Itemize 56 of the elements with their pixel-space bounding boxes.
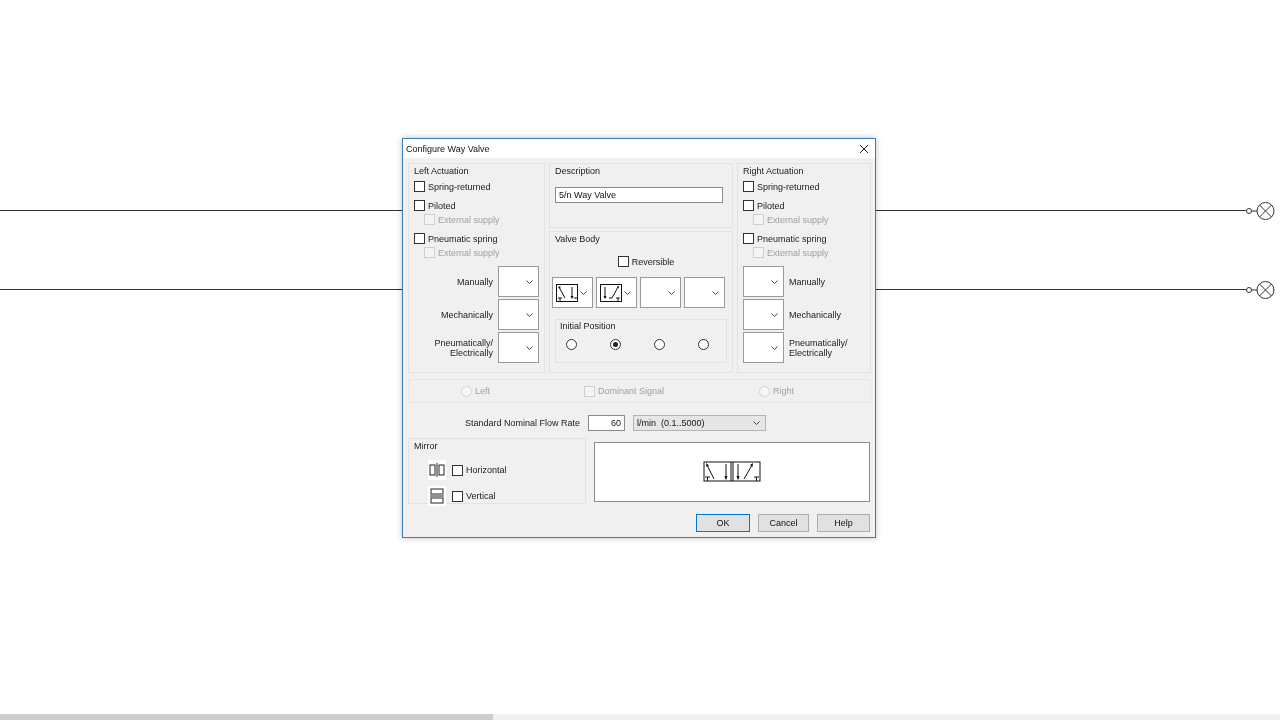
radio-button[interactable] — [610, 339, 621, 350]
mirror-vertical-icon — [428, 486, 446, 506]
valve-symbol-icon — [556, 283, 578, 302]
checkbox[interactable]: Spring-returned — [414, 181, 491, 192]
chevron-icon — [624, 290, 631, 295]
chevron-icon — [526, 279, 533, 284]
close-icon[interactable] — [859, 143, 869, 154]
group-title: Right Actuation — [743, 166, 804, 177]
chevron-icon — [753, 421, 760, 425]
valve-symbol-icon — [600, 283, 622, 302]
checkbox[interactable]: Piloted — [743, 200, 785, 211]
chevron-icon — [580, 290, 587, 295]
dialog-button[interactable]: OK — [696, 514, 750, 532]
chevron-icon — [771, 279, 778, 284]
checkbox[interactable]: Pneumatic spring — [743, 233, 827, 244]
dropdown-label: Manually — [789, 276, 826, 287]
checkbox[interactable]: Piloted — [414, 200, 456, 211]
radio-button[interactable] — [566, 339, 577, 350]
chevron-icon — [526, 345, 533, 350]
lamp-icon — [1245, 278, 1276, 301]
chevron-icon — [771, 312, 778, 317]
window-title: Configure Way Valve — [406, 143, 490, 154]
mirror-horizontal-icon — [428, 460, 446, 480]
dropdown-label: Mechanically — [440, 309, 493, 320]
checkbox[interactable]: Horizontal — [452, 464, 507, 476]
flow-rate-field[interactable]: 60 — [588, 415, 625, 431]
radio-button[interactable] — [698, 339, 709, 350]
dialog-button[interactable]: Help — [817, 514, 870, 532]
flow-rate-label: Standard Nominal Flow Rate — [463, 418, 580, 428]
dialog-button[interactable]: Cancel — [758, 514, 809, 532]
chevron-icon — [668, 290, 675, 295]
group-title: Left Actuation — [414, 166, 469, 177]
chevron-icon — [712, 290, 719, 295]
dropdown[interactable] — [552, 277, 593, 308]
chevron-icon — [771, 345, 778, 350]
group-title: Mirror — [414, 441, 438, 452]
checkbox[interactable]: Pneumatic spring — [414, 233, 498, 244]
description-field[interactable]: 5/n Way Valve — [555, 187, 723, 203]
checkbox[interactable]: Vertical — [452, 490, 496, 502]
group-title: Valve Body — [555, 234, 600, 245]
checkbox[interactable]: Spring-returned — [743, 181, 820, 192]
scrollbar-thumb[interactable] — [0, 714, 493, 720]
dropdown[interactable] — [596, 277, 637, 308]
lamp-icon — [1245, 199, 1276, 222]
dropdown-label: Pneumatically/ Electrically — [789, 337, 848, 358]
valve-symbol-drawing — [703, 461, 761, 482]
unit-dropdown[interactable]: l/min (0.1..5000) — [633, 415, 766, 431]
radio-button[interactable] — [654, 339, 665, 350]
scrollbar[interactable] — [0, 714, 1280, 720]
group-title: Description — [555, 166, 601, 177]
dropdown-label: Manually — [456, 276, 493, 287]
checkbox[interactable]: Reversible — [617, 256, 675, 267]
group-title: Initial Position — [560, 321, 616, 332]
chevron-icon — [526, 312, 533, 317]
dropdown-label: Mechanically — [789, 309, 842, 320]
dropdown-label: Pneumatically/ Electrically — [434, 337, 493, 358]
